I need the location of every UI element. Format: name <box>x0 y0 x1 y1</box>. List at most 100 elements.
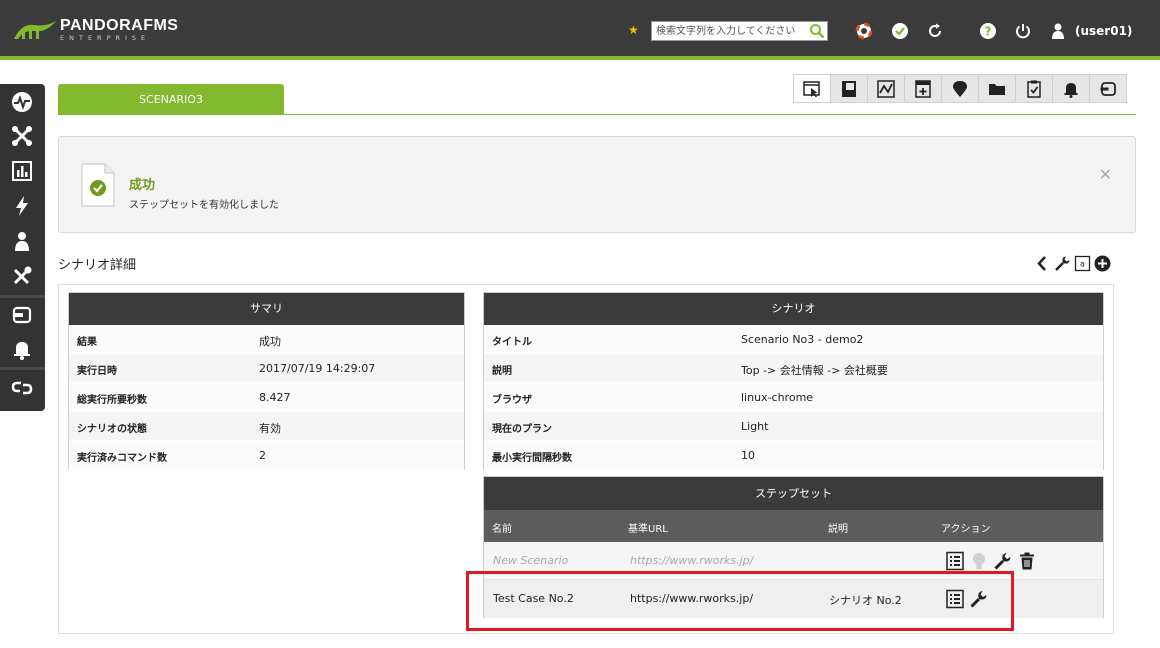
logo-sub-text: ENTERPRISE <box>60 34 151 43</box>
topology-icon[interactable] <box>11 125 33 147</box>
favorite-star-icon[interactable]: ★ <box>628 23 639 37</box>
wrench-icon[interactable] <box>993 551 1013 571</box>
back-chevron-icon[interactable] <box>1034 255 1051 272</box>
scenario-label: 現在のプラン <box>492 424 552 435</box>
text-edit-icon[interactable]: a <box>1074 255 1091 272</box>
links-icon[interactable] <box>11 377 33 399</box>
highlight-box <box>466 571 1014 631</box>
tab-scenario3[interactable]: SCENARIO3 <box>58 84 284 115</box>
scenario-label: 最小実行間隔秒数 <box>492 453 572 464</box>
user-icon[interactable] <box>1049 22 1067 40</box>
table-row: 結果 成功 <box>69 325 464 354</box>
document-plus-icon <box>915 79 931 98</box>
scenario-value: 10 <box>741 449 755 462</box>
toolbar-folder-button[interactable] <box>978 74 1016 103</box>
search-input[interactable] <box>652 22 806 40</box>
column-header-desc: 説明 <box>828 524 848 535</box>
table-row: タイトル Scenario No3 - demo2 <box>484 325 1103 354</box>
success-text: ステップセットを有効化しました <box>129 200 279 211</box>
toolbar-book-button[interactable] <box>830 74 868 103</box>
users-icon[interactable] <box>11 230 33 252</box>
user-name[interactable]: (user01) <box>1075 24 1132 38</box>
table-row: 説明 Top -> 会社情報 -> 会社概要 <box>484 354 1103 383</box>
step-actions <box>945 551 1041 571</box>
close-icon[interactable]: ✕ <box>1099 165 1112 184</box>
events-bolt-icon[interactable] <box>11 195 33 217</box>
toolbar-graph-button[interactable] <box>867 74 905 103</box>
svg-text:?: ? <box>985 25 992 39</box>
stepset-header: ステップセット <box>484 477 1103 510</box>
summary-value: 2017/07/19 14:29:07 <box>259 362 376 375</box>
lifebuoy-icon[interactable] <box>855 22 873 40</box>
extensions-icon[interactable] <box>11 304 33 326</box>
pandora-logo[interactable]: PANDORAFMS ENTERPRISE <box>12 16 178 44</box>
scenario-label: 説明 <box>492 366 512 377</box>
toolbar-location-button[interactable] <box>941 74 979 103</box>
left-menu-separator <box>0 295 45 298</box>
success-document-icon <box>81 163 115 207</box>
reports-chart-icon[interactable] <box>11 160 33 182</box>
tab-underline <box>58 114 1136 115</box>
lightbulb-icon[interactable] <box>969 551 989 571</box>
bell-icon <box>1064 82 1078 98</box>
monitoring-pulse-icon[interactable] <box>11 91 33 113</box>
summary-label: 結果 <box>77 337 97 348</box>
column-header-name: 名前 <box>492 524 512 535</box>
success-message: 成功 ステップセットを有効化しました ✕ <box>58 136 1136 233</box>
step-name: New Scenario <box>493 554 569 567</box>
scenario-view-icon <box>803 80 820 97</box>
summary-value: 成功 <box>259 335 281 348</box>
pandora-logo-icon <box>14 21 56 39</box>
toolbar-checklist-button[interactable] <box>1015 74 1053 103</box>
table-row: ブラウザ linux-chrome <box>484 383 1103 412</box>
folder-icon <box>989 83 1005 95</box>
logout-power-icon[interactable] <box>1014 22 1032 40</box>
summary-header: サマリ <box>69 293 464 325</box>
toolbar-add-step-button[interactable] <box>904 74 942 103</box>
book-icon <box>842 80 856 97</box>
logo-main-text: PANDORAFMS <box>60 17 179 35</box>
trash-icon[interactable] <box>1017 551 1037 571</box>
table-row: シナリオの状態 有効 <box>69 412 464 441</box>
help-icon[interactable]: ? <box>979 22 997 40</box>
tools-icon[interactable] <box>11 265 33 287</box>
summary-value: 8.427 <box>259 391 291 404</box>
location-pin-icon <box>953 80 967 97</box>
table-row: 現在のプラン Light <box>484 412 1103 441</box>
wrench-icon[interactable] <box>1054 255 1071 272</box>
svg-text:a: a <box>1080 260 1085 269</box>
search-box <box>651 21 828 41</box>
summary-value: 2 <box>259 449 266 462</box>
toolbar-scenario-view-button[interactable] <box>793 74 831 103</box>
table-row: 実行済みコマンド数 2 <box>69 441 464 470</box>
page-title: シナリオ詳細 <box>58 258 137 273</box>
scenario-value: Scenario No3 - demo2 <box>741 333 864 346</box>
search-icon[interactable] <box>809 23 825 39</box>
add-circle-icon[interactable] <box>1094 255 1111 272</box>
left-menu <box>0 84 45 411</box>
step-url: https://www.rworks.jp/ <box>630 554 754 567</box>
toolbar-alert-button[interactable] <box>1052 74 1090 103</box>
scenario-label: タイトル <box>492 337 532 348</box>
status-ok-icon[interactable] <box>891 22 909 40</box>
stepset-columns: 名前 基準URL 説明 アクション <box>484 510 1103 542</box>
alerts-bell-icon[interactable] <box>11 338 33 360</box>
table-row: 最小実行間隔秒数 10 <box>484 441 1103 470</box>
scenario-value: Top -> 会社情報 -> 会社概要 <box>741 364 888 377</box>
list-detail-icon[interactable] <box>945 551 965 571</box>
table-row: 実行日時 2017/07/19 14:29:07 <box>69 354 464 383</box>
success-title: 成功 <box>129 178 156 193</box>
refresh-icon[interactable] <box>926 22 944 40</box>
toolbar-extension-button[interactable] <box>1089 74 1127 103</box>
scenario-label: ブラウザ <box>492 395 532 406</box>
scenario-header: シナリオ <box>484 293 1103 325</box>
summary-label: 実行済みコマンド数 <box>77 453 167 464</box>
table-row: 総実行所要秒数 8.427 <box>69 383 464 412</box>
column-header-action: アクション <box>941 524 991 535</box>
left-menu-separator <box>0 367 45 370</box>
top-bar: PANDORAFMS ENTERPRISE ★ ? (user01) <box>0 0 1160 60</box>
scenario-table: シナリオ タイトル Scenario No3 - demo2 説明 Top ->… <box>483 292 1104 470</box>
column-header-url: 基準URL <box>628 524 668 535</box>
view-toolbar <box>793 74 1127 103</box>
scenario-value: Light <box>741 420 769 433</box>
